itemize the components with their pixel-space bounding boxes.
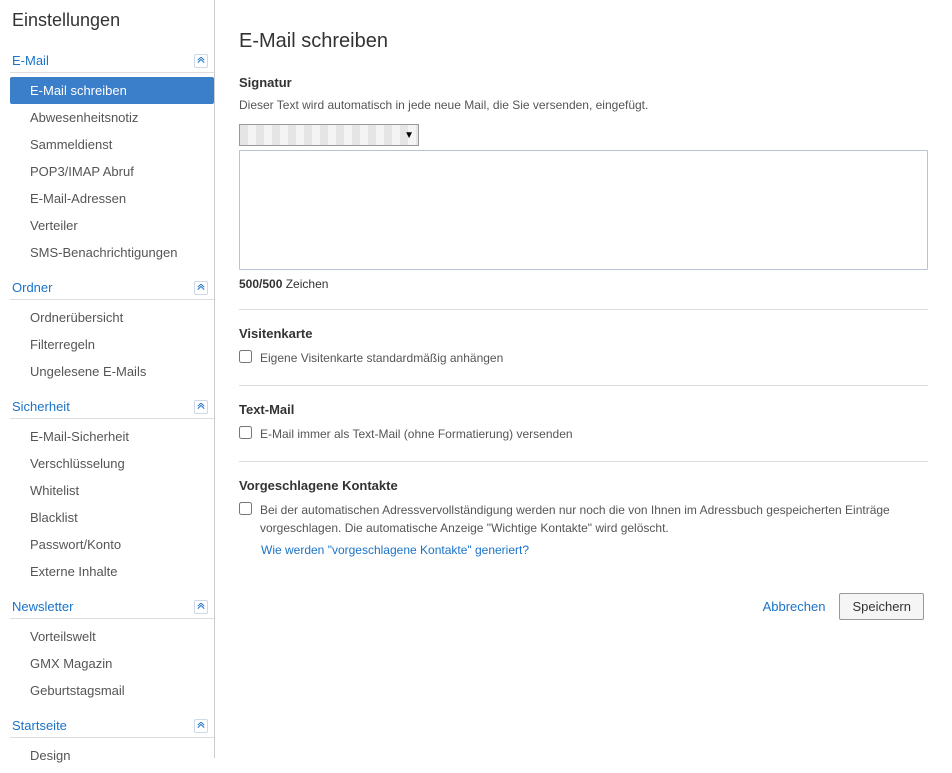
nav-item[interactable]: POP3/IMAP Abruf bbox=[10, 158, 214, 185]
nav-section-header[interactable]: E-Mail bbox=[10, 49, 214, 73]
nav-items: E-Mail schreibenAbwesenheitsnotizSammeld… bbox=[10, 73, 214, 270]
nav-item[interactable]: SMS-Benachrichtigungen bbox=[10, 239, 214, 266]
sidebar-title: Einstellungen bbox=[10, 10, 214, 31]
vcard-heading: Visitenkarte bbox=[239, 326, 928, 341]
nav-items: E-Mail-SicherheitVerschlüsselungWhitelis… bbox=[10, 419, 214, 589]
nav-section-header[interactable]: Newsletter bbox=[10, 595, 214, 619]
textmail-checkbox-row[interactable]: E-Mail immer als Text-Mail (ohne Formati… bbox=[239, 425, 928, 443]
section-vcard: Visitenkarte Eigene Visitenkarte standar… bbox=[239, 326, 928, 367]
nav-item[interactable]: E-Mail-Sicherheit bbox=[10, 423, 214, 450]
chevron-up-icon bbox=[194, 54, 208, 68]
nav-section-header[interactable]: Sicherheit bbox=[10, 395, 214, 419]
section-textmail: Text-Mail E-Mail immer als Text-Mail (oh… bbox=[239, 402, 928, 443]
contacts-heading: Vorgeschlagene Kontakte bbox=[239, 478, 928, 493]
nav-item[interactable]: Verteiler bbox=[10, 212, 214, 239]
save-button[interactable]: Speichern bbox=[839, 593, 924, 620]
nav-section: Ordner OrdnerübersichtFilterregelnUngeles… bbox=[10, 276, 214, 389]
vcard-checkbox-row[interactable]: Eigene Visitenkarte standardmäßig anhäng… bbox=[239, 349, 928, 367]
nav-item[interactable]: Filterregeln bbox=[10, 331, 214, 358]
contacts-checkbox-row[interactable]: Bei der automatischen Adressvervollständ… bbox=[239, 501, 928, 537]
signature-heading: Signatur bbox=[239, 75, 928, 90]
nav-item[interactable]: Ungelesene E-Mails bbox=[10, 358, 214, 385]
nav-item[interactable]: Verschlüsselung bbox=[10, 450, 214, 477]
contacts-checkbox[interactable] bbox=[239, 502, 252, 515]
nav-item[interactable]: E-Mail-Adressen bbox=[10, 185, 214, 212]
nav-item[interactable]: GMX Magazin bbox=[10, 650, 214, 677]
action-bar: Abbrechen Speichern bbox=[239, 593, 928, 620]
char-count-value: 500/500 bbox=[239, 277, 282, 291]
nav-item[interactable]: Design bbox=[10, 742, 214, 769]
nav-item[interactable]: Passwort/Konto bbox=[10, 531, 214, 558]
contacts-checkbox-label: Bei der automatischen Adressvervollständ… bbox=[260, 501, 928, 537]
nav-items: Design bbox=[10, 738, 214, 773]
chevron-up-icon bbox=[194, 400, 208, 414]
textmail-checkbox[interactable] bbox=[239, 426, 252, 439]
nav-item[interactable]: Whitelist bbox=[10, 477, 214, 504]
chevron-up-icon bbox=[194, 600, 208, 614]
nav-section-label: Ordner bbox=[12, 280, 52, 295]
nav-section-label: E-Mail bbox=[12, 53, 49, 68]
nav-item[interactable]: Abwesenheitsnotiz bbox=[10, 104, 214, 131]
vcard-checkbox[interactable] bbox=[239, 350, 252, 363]
nav-items: VorteilsweltGMX MagazinGeburtstagsmail bbox=[10, 619, 214, 708]
chevron-up-icon bbox=[194, 281, 208, 295]
nav-section: E-MailE-Mail schreibenAbwesenheitsnotizS… bbox=[10, 49, 214, 270]
textmail-checkbox-label: E-Mail immer als Text-Mail (ohne Formati… bbox=[260, 425, 573, 443]
nav-item[interactable]: Sammeldienst bbox=[10, 131, 214, 158]
nav-item[interactable]: Blacklist bbox=[10, 504, 214, 531]
nav-section-label: Sicherheit bbox=[12, 399, 70, 414]
char-count-unit: Zeichen bbox=[282, 277, 328, 291]
divider bbox=[239, 309, 928, 310]
signature-textarea[interactable] bbox=[239, 150, 928, 270]
divider bbox=[239, 385, 928, 386]
nav-section: Sicherheit E-Mail-SicherheitVerschlüsselu… bbox=[10, 395, 214, 589]
nav-item[interactable]: Ordnerübersicht bbox=[10, 304, 214, 331]
vcard-checkbox-label: Eigene Visitenkarte standardmäßig anhäng… bbox=[260, 349, 503, 367]
nav-section-label: Startseite bbox=[12, 718, 67, 733]
caret-down-icon: ▼ bbox=[404, 130, 414, 141]
cancel-button[interactable]: Abbrechen bbox=[763, 599, 826, 614]
chevron-up-icon bbox=[194, 719, 208, 733]
nav-section-label: Newsletter bbox=[12, 599, 73, 614]
contacts-hint-link[interactable]: Wie werden "vorgeschlagene Kontakte" gen… bbox=[261, 543, 529, 557]
signature-select[interactable]: ▼ bbox=[239, 124, 419, 146]
nav-item[interactable]: Externe Inhalte bbox=[10, 558, 214, 585]
nav-section: Startseite Design bbox=[10, 714, 214, 773]
signature-char-count: 500/500 Zeichen bbox=[239, 277, 928, 291]
page-title: E-Mail schreiben bbox=[239, 30, 928, 53]
nav-section-header[interactable]: Startseite bbox=[10, 714, 214, 738]
nav-section-header[interactable]: Ordner bbox=[10, 276, 214, 300]
settings-sidebar: Einstellungen E-Mail E-Mail schreibenAbwe… bbox=[0, 0, 215, 758]
main-content: E-Mail schreiben Signatur Dieser Text wi… bbox=[215, 0, 952, 758]
textmail-heading: Text-Mail bbox=[239, 402, 928, 417]
nav-item[interactable]: E-Mail schreiben bbox=[10, 77, 214, 104]
section-contacts: Vorgeschlagene Kontakte Bei der automati… bbox=[239, 478, 928, 557]
nav-item[interactable]: Geburtstagsmail bbox=[10, 677, 214, 704]
nav-item[interactable]: Vorteilswelt bbox=[10, 623, 214, 650]
signature-desc: Dieser Text wird automatisch in jede neu… bbox=[239, 98, 928, 112]
nav-items: OrdnerübersichtFilterregelnUngelesene E-… bbox=[10, 300, 214, 389]
divider bbox=[239, 461, 928, 462]
section-signature: Signatur Dieser Text wird automatisch in… bbox=[239, 75, 928, 291]
nav-section: Newsletter VorteilsweltGMX MagazinGeburts… bbox=[10, 595, 214, 708]
